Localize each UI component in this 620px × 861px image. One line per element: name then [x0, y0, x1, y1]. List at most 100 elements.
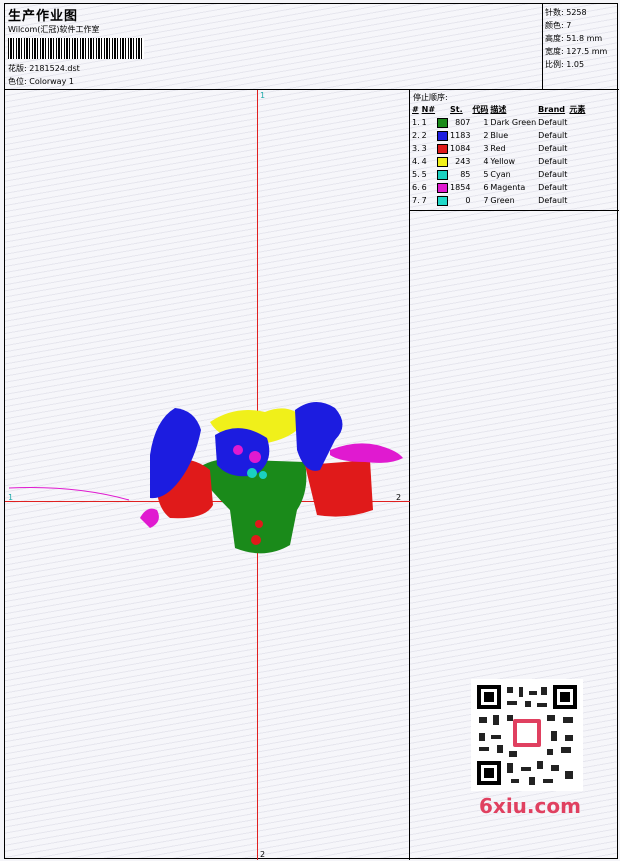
col-brand: Brand — [538, 105, 566, 114]
color-swatch — [437, 156, 449, 167]
embroidery-design-preview — [8, 401, 403, 554]
scale-label: 比例: — [545, 60, 564, 69]
color-count-row: 颜色: 7 — [545, 19, 619, 32]
col-needle: N# — [421, 105, 436, 114]
row-needle: 4 — [421, 157, 427, 166]
row-needle: 1 — [421, 118, 427, 127]
row-element — [568, 155, 586, 168]
row-stitches: 0 — [465, 196, 471, 205]
stop-row: 3. 3 1084 3 Red Default — [411, 142, 586, 155]
row-code: 3 — [483, 144, 489, 153]
watermark-site: 6xiu.com — [479, 794, 581, 818]
row-description: Red — [490, 144, 506, 153]
color-count: 7 — [566, 21, 572, 30]
qr-code-graphic — [471, 679, 583, 791]
row-element — [568, 168, 586, 181]
col-description: 描述 — [490, 105, 507, 114]
height-label: 高度: — [545, 34, 564, 43]
height-row: 高度: 51.8 mm — [545, 32, 619, 45]
row-code: 4 — [483, 157, 489, 166]
row-stitches: 85 — [460, 170, 471, 179]
row-needle: 3 — [421, 144, 427, 153]
row-swatch — [436, 194, 449, 207]
software-subtitle: Wilcom(汇冠)软件工作室 — [8, 25, 100, 34]
stop-row: 6. 6 1854 6 Magenta Default — [411, 181, 586, 194]
row-index: 7. — [412, 196, 420, 205]
barcode — [8, 38, 144, 59]
row-stitches: 1854 — [450, 183, 471, 192]
qr-code — [471, 679, 583, 791]
header-panel: 生产作业图 Wilcom(汇冠)软件工作室 花版: 2181524.dst 色位… — [5, 4, 543, 90]
pattern-file: 花版: 2181524.dst — [8, 63, 80, 74]
scale-row: 比例: 1.05 — [545, 58, 619, 71]
row-swatch — [436, 181, 449, 194]
col-index: # — [412, 105, 419, 114]
scale-value: 1.05 — [566, 60, 585, 69]
row-description: Magenta — [490, 183, 526, 192]
row-brand: Default — [538, 144, 568, 153]
row-element — [568, 116, 586, 129]
row-index: 2. — [412, 131, 420, 140]
stitch-count-row: 针数: 5258 — [545, 6, 619, 19]
pattern-label: 花版: — [8, 64, 27, 73]
row-element — [568, 194, 586, 207]
pattern-value: 2181524.dst — [29, 64, 80, 73]
row-description: Blue — [490, 131, 509, 140]
design-canvas[interactable]: 1 2 1 2 — [5, 90, 410, 860]
height-value: 51.8 mm — [566, 34, 603, 43]
stop-row: 7. 7 0 7 Green Default — [411, 194, 586, 207]
row-code: 2 — [483, 131, 489, 140]
row-element — [568, 181, 586, 194]
design-stats: 针数: 5258 颜色: 7 高度: 51.8 mm 宽度: 127.5 mm … — [543, 4, 619, 90]
production-worksheet: 生产作业图 Wilcom(汇冠)软件工作室 花版: 2181524.dst 色位… — [4, 3, 619, 860]
color-swatch — [437, 143, 449, 154]
stop-row: 2. 2 1183 2 Blue Default — [411, 129, 586, 142]
row-needle: 7 — [421, 196, 427, 205]
stop-row: 1. 1 807 1 Dark Green Default — [411, 116, 586, 129]
row-code: 1 — [483, 118, 489, 127]
row-description: Cyan — [490, 170, 511, 179]
row-index: 5. — [412, 170, 420, 179]
row-brand: Default — [538, 183, 568, 192]
row-code: 6 — [483, 183, 489, 192]
stitch-count: 5258 — [566, 8, 587, 17]
col-swatch — [436, 103, 449, 116]
row-brand: Default — [538, 118, 568, 127]
row-swatch — [436, 155, 449, 168]
row-stitches: 1084 — [450, 144, 471, 153]
row-index: 3. — [412, 144, 420, 153]
row-needle: 2 — [421, 131, 427, 140]
row-swatch — [436, 129, 449, 142]
row-stitches: 807 — [455, 118, 471, 127]
row-brand: Default — [538, 157, 568, 166]
col-code: 代码 — [472, 105, 489, 114]
row-index: 6. — [412, 183, 420, 192]
row-index: 1. — [412, 118, 420, 127]
stop-row: 5. 5 85 5 Cyan Default — [411, 168, 586, 181]
page-title: 生产作业图 — [8, 9, 79, 24]
row-needle: 6 — [421, 183, 427, 192]
color-swatch — [437, 195, 449, 206]
color-count-label: 颜色: — [545, 21, 564, 30]
row-brand: Default — [538, 170, 568, 179]
row-element — [568, 142, 586, 155]
stop-sequence-panel: 停止顺序: # N# St. 代码 描述 Brand 元素 1. 1 807 1 Dar… — [410, 90, 619, 211]
row-element — [568, 129, 586, 142]
stop-row: 4. 4 243 4 Yellow Default — [411, 155, 586, 168]
stop-sequence-title: 停止顺序: — [413, 93, 448, 102]
colorway-value: Colorway 1 — [29, 77, 74, 86]
colorway: 色位: Colorway 1 — [8, 76, 74, 87]
color-swatch — [437, 182, 449, 193]
row-stitches: 1183 — [450, 131, 471, 140]
row-swatch — [436, 168, 449, 181]
row-brand: Default — [538, 131, 568, 140]
width-value: 127.5 mm — [566, 47, 608, 56]
row-code: 7 — [483, 196, 489, 205]
row-brand: Default — [538, 196, 568, 205]
stitch-count-label: 针数: — [545, 8, 564, 17]
row-index: 4. — [412, 157, 420, 166]
col-element: 元素 — [569, 105, 586, 114]
row-description: Green — [490, 196, 515, 205]
stop-sequence-table: # N# St. 代码 描述 Brand 元素 1. 1 807 1 Dark Gree… — [411, 103, 586, 207]
color-swatch — [437, 130, 449, 141]
